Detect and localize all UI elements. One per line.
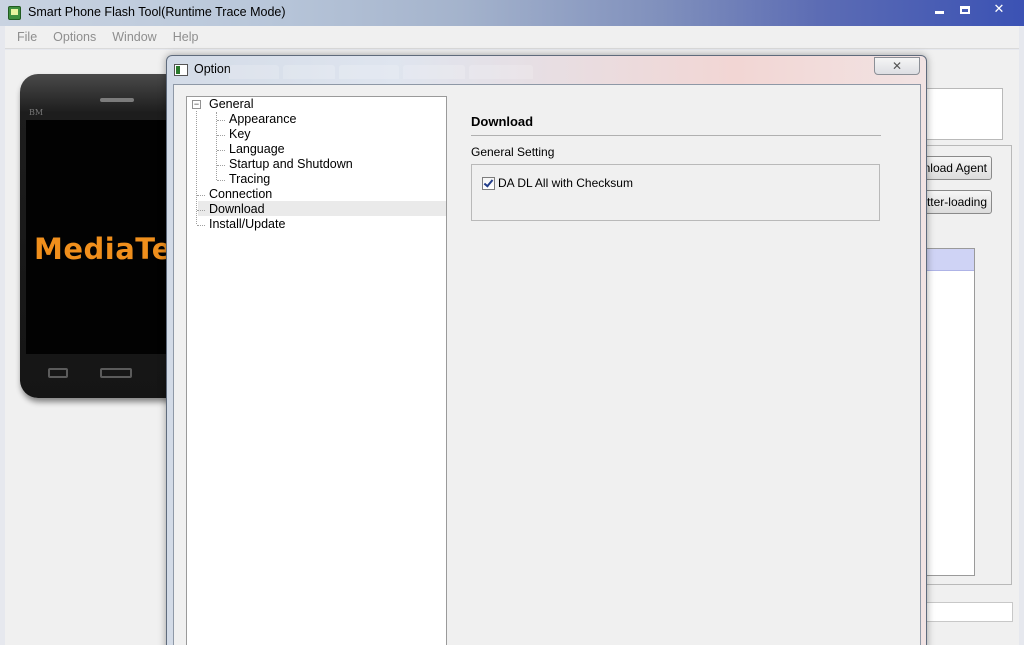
phone-menu-key [48, 368, 68, 378]
tree-connector [217, 165, 225, 166]
tree-connector [197, 195, 205, 196]
status-field [925, 602, 1013, 622]
background-ghost-tabs [229, 65, 537, 79]
tree-connector [217, 135, 225, 136]
options-tree[interactable]: − General Appearance Key Language Startu… [186, 96, 447, 645]
maximize-icon [960, 5, 970, 14]
tree-connector [196, 111, 197, 224]
main-list[interactable] [920, 248, 975, 576]
tree-item-install-update[interactable]: Install/Update [209, 217, 285, 232]
minimize-button[interactable] [926, 0, 952, 19]
minimize-icon [934, 11, 944, 14]
close-icon: ✕ [993, 2, 1005, 17]
tree-item-startup-shutdown[interactable]: Startup and Shutdown [229, 157, 353, 172]
tree-item-connection[interactable]: Connection [209, 187, 272, 202]
ghost-tab [469, 65, 533, 79]
checkmark-icon [483, 177, 494, 188]
dialog-body: − General Appearance Key Language Startu… [173, 84, 921, 645]
tree-connector [217, 150, 225, 151]
dialog-close-button[interactable]: ✕ [874, 57, 920, 75]
tree-item-key[interactable]: Key [229, 127, 251, 142]
main-title-bar[interactable]: Smart Phone Flash Tool(Runtime Trace Mod… [0, 0, 1024, 26]
tree-item-language[interactable]: Language [229, 142, 285, 157]
app-icon [8, 6, 21, 20]
maximize-button[interactable] [952, 0, 978, 19]
ghost-tab [339, 65, 399, 79]
tree-item-download[interactable]: Download [209, 202, 265, 217]
mediatek-logo: MediaTe [34, 232, 172, 266]
tree-connector [216, 112, 217, 180]
tree-item-general[interactable]: General [209, 97, 253, 112]
collapse-icon[interactable]: − [192, 100, 201, 109]
ghost-tab [283, 65, 335, 79]
main-list-selected-row[interactable] [921, 249, 974, 271]
checksum-checkbox-label[interactable]: DA DL All with Checksum [498, 176, 633, 190]
pane-heading: Download [471, 114, 534, 129]
app-title: Smart Phone Flash Tool(Runtime Trace Mod… [28, 5, 286, 19]
menu-help[interactable]: Help [165, 30, 207, 44]
dialog-title: Option [194, 62, 231, 76]
tree-connector [217, 180, 225, 181]
menu-bar: File Options Window Help [5, 26, 1019, 49]
menu-window[interactable]: Window [104, 30, 164, 44]
menu-file[interactable]: File [9, 30, 45, 44]
tree-connector [197, 225, 205, 226]
phone-brand: BM [29, 108, 44, 117]
close-button[interactable]: ✕ [978, 0, 1020, 19]
phone-speaker [100, 98, 134, 102]
tree-item-appearance[interactable]: Appearance [229, 112, 296, 127]
option-dialog: Option ✕ − General Appearance Key Langua… [166, 55, 927, 645]
general-setting-group: DA DL All with Checksum [471, 164, 880, 221]
checksum-checkbox[interactable] [482, 177, 495, 190]
window-controls: ✕ [926, 0, 1020, 19]
tree-item-tracing[interactable]: Tracing [229, 172, 270, 187]
tree-connector [217, 120, 225, 121]
ghost-tab [403, 65, 465, 79]
dialog-app-icon [174, 64, 188, 76]
heading-divider [471, 135, 881, 136]
close-icon: ✕ [891, 59, 903, 73]
ghost-tab [229, 65, 279, 79]
phone-home-key [100, 368, 132, 378]
top-right-panel [920, 88, 1003, 140]
group-title: General Setting [471, 145, 555, 159]
tree-connector [197, 210, 205, 211]
menu-options[interactable]: Options [45, 30, 104, 44]
